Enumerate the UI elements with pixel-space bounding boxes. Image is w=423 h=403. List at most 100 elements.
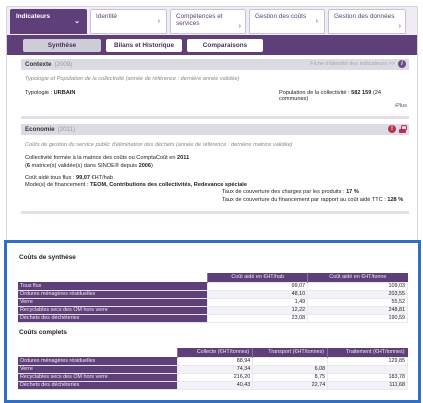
table-row: Recyclables secs des OM hors verre 216,2… [18, 372, 408, 382]
row-label: Verre [18, 298, 208, 307]
matrice-line: Collectivité formée à la matrice des coû… [25, 155, 189, 161]
chevron-down-icon: ⌄ [74, 18, 80, 25]
cell-value: 6,08 [252, 364, 329, 374]
row-label: Ordures ménagères résiduelles [18, 357, 178, 366]
section-year: (2011) [57, 126, 76, 133]
tab-identite[interactable]: Identité › [90, 9, 167, 34]
table-row: Déchets des déchèteries 23,08 190,59 [18, 313, 408, 323]
chevron-right-icon: › [315, 18, 318, 25]
column-header: Transport (€HT/tonnes) [252, 348, 328, 357]
cell-value: 48,10 [207, 289, 309, 299]
population-line: Population de la collectivité : 582 159 … [279, 90, 409, 102]
text: Collectivité formée à la matrice des coû… [25, 155, 178, 161]
cell-value: 203,55 [307, 289, 408, 299]
cell-value: 129,85 [327, 356, 408, 366]
cout-aide-line: Coût aidé tous flux : 99,07 €HT/hab [25, 175, 113, 181]
header-blank [18, 273, 208, 282]
section-year: (2009) [54, 61, 73, 68]
taux-couverture-financement: Taux de couverture du financement par ra… [222, 197, 403, 203]
tab-label: Compétences et services [176, 13, 223, 27]
cell-value: 1,49 [207, 297, 309, 307]
financement-value: TEOM, Contributions des collectivités, R… [89, 182, 247, 188]
row-label: Déchets des déchèteries [18, 381, 178, 390]
highlight-box: Coûts de synthèse Coût aidé en €HT/hab C… [4, 240, 421, 403]
cell-value: 22,74 [252, 380, 329, 390]
cell-value: 74,34 [177, 364, 254, 374]
tab-gestion-couts[interactable]: Gestion des coûts › [249, 9, 325, 34]
taux-value: 17 % [346, 189, 359, 195]
cell-value: 183,78 [327, 372, 408, 382]
plus-label: Plus [396, 103, 407, 109]
tab-gestion-donnees[interactable]: Gestion des données › [328, 9, 406, 34]
table-row: Verre 1,49 55,52 [18, 297, 408, 307]
complets-table: Collecte (€HT/tonnes) Transport (€HT/ton… [18, 348, 408, 390]
divider [21, 116, 409, 119]
tab-label: Indicateurs [16, 13, 51, 20]
column-header: Coût aidé en €HT/hab [207, 273, 308, 282]
section-title: Contexte [25, 61, 52, 68]
row-label: Recyclables secs des OM hors verre [18, 306, 208, 315]
taux-couverture-charges: Taux de couverture des charges par les p… [222, 189, 359, 195]
row-label: Recyclables secs des OM hors verre [18, 373, 178, 382]
plus-link[interactable]: ›Plus [394, 103, 407, 109]
cell-value: 109,03 [307, 281, 408, 291]
typologie-label: Typologie : [25, 90, 54, 96]
section-title: Economie [25, 126, 55, 133]
cell-value: 216,20 [177, 372, 254, 382]
table-row: Tous flux 99,07 109,03 [18, 281, 408, 291]
cell-value: 190,59 [307, 313, 408, 323]
header-blank [18, 348, 178, 357]
lock-icon[interactable] [399, 125, 407, 133]
synthese-table: Coût aidé en €HT/hab Coût aidé en €HT/to… [18, 273, 408, 323]
typologie-value: URBAIN [53, 90, 76, 96]
year-value: 2011 [177, 155, 190, 161]
synthese-table-title: Coûts de synthèse [19, 254, 76, 261]
tab-label: Identité [96, 13, 117, 20]
table-row: Ordures ménagères résiduelles 48,10 203,… [18, 289, 408, 299]
divider [21, 211, 409, 214]
chevron-right-icon: › [398, 23, 401, 30]
typologie-line: Typologie : URBAIN [25, 90, 75, 96]
cell-value [252, 356, 329, 366]
cell-value: 88,94 [177, 356, 254, 366]
subtab-synthese[interactable]: Synthèse [23, 38, 101, 52]
tab-label: Gestion des données [334, 13, 395, 20]
cout-value: 99,07 [76, 175, 90, 181]
label: Coût aidé tous flux : [25, 175, 76, 181]
row-label: Ordures ménagères résiduelles [18, 290, 208, 299]
column-header: Traitement (€HT/tonnes) [327, 348, 408, 357]
row-label: Verre [18, 365, 178, 374]
chevron-right-icon: › [157, 18, 160, 25]
label: Taux de couverture des charges par les p… [222, 189, 347, 195]
economie-subtitle: Coûts de gestion du service public d'éli… [25, 142, 293, 148]
cell-value: 8,75 [252, 372, 329, 382]
fiche-identite-link[interactable]: Fiche d'identité des indicateurs >> [310, 61, 395, 67]
subtab-bilans-historique[interactable]: Bilans et Historique [106, 38, 182, 52]
financement-line: Mode(s) de financement : TEOM, Contribut… [25, 182, 247, 188]
cell-value: 55,52 [307, 297, 408, 307]
section-contexte-header: Contexte (2009) Fiche d'identité des ind… [21, 59, 409, 70]
table-row: Déchets des déchèteries 40,43 22,74 111,… [18, 380, 408, 390]
alert-icon[interactable]: ! [388, 125, 396, 133]
complets-table-title: Coûts complets [19, 329, 67, 336]
contexte-subtitle: Typologie et Population de la collectivi… [25, 76, 240, 82]
label: Mode(s) de financement : [25, 182, 90, 188]
info-icon[interactable]: i [398, 60, 406, 68]
subtab-comparaisons[interactable]: Comparaisons [187, 38, 263, 52]
sub-navigation: Synthèse Bilans et Historique Comparaiso… [7, 35, 417, 55]
cell-value: 40,43 [177, 380, 254, 390]
tab-competences-services[interactable]: Compétences et services › [170, 9, 246, 34]
label: Taux de couverture du financement par ra… [222, 197, 388, 203]
table-header-row: Coût aidé en €HT/hab Coût aidé en €HT/to… [18, 273, 408, 282]
population-value: 582 159 [351, 90, 372, 96]
tab-indicateurs[interactable]: Indicateurs ⌄ [10, 9, 87, 34]
column-header: Coût aidé en €HT/tonne [307, 273, 408, 282]
table-header-row: Collecte (€HT/tonnes) Transport (€HT/ton… [18, 348, 408, 357]
table-row: Recyclables secs des OM hors verre 12,22… [18, 305, 408, 315]
chevron-right-icon: › [238, 23, 241, 30]
cell-value: 111,68 [327, 380, 408, 390]
matrices-validees-line: (6 matrice(s) validée(s) dans SINOE® dep… [25, 163, 153, 169]
tab-label: Gestion des coûts [255, 13, 307, 20]
row-label: Tous flux [18, 282, 208, 291]
table-row: Ordures ménagères résiduelles 88,94 129,… [18, 356, 408, 366]
